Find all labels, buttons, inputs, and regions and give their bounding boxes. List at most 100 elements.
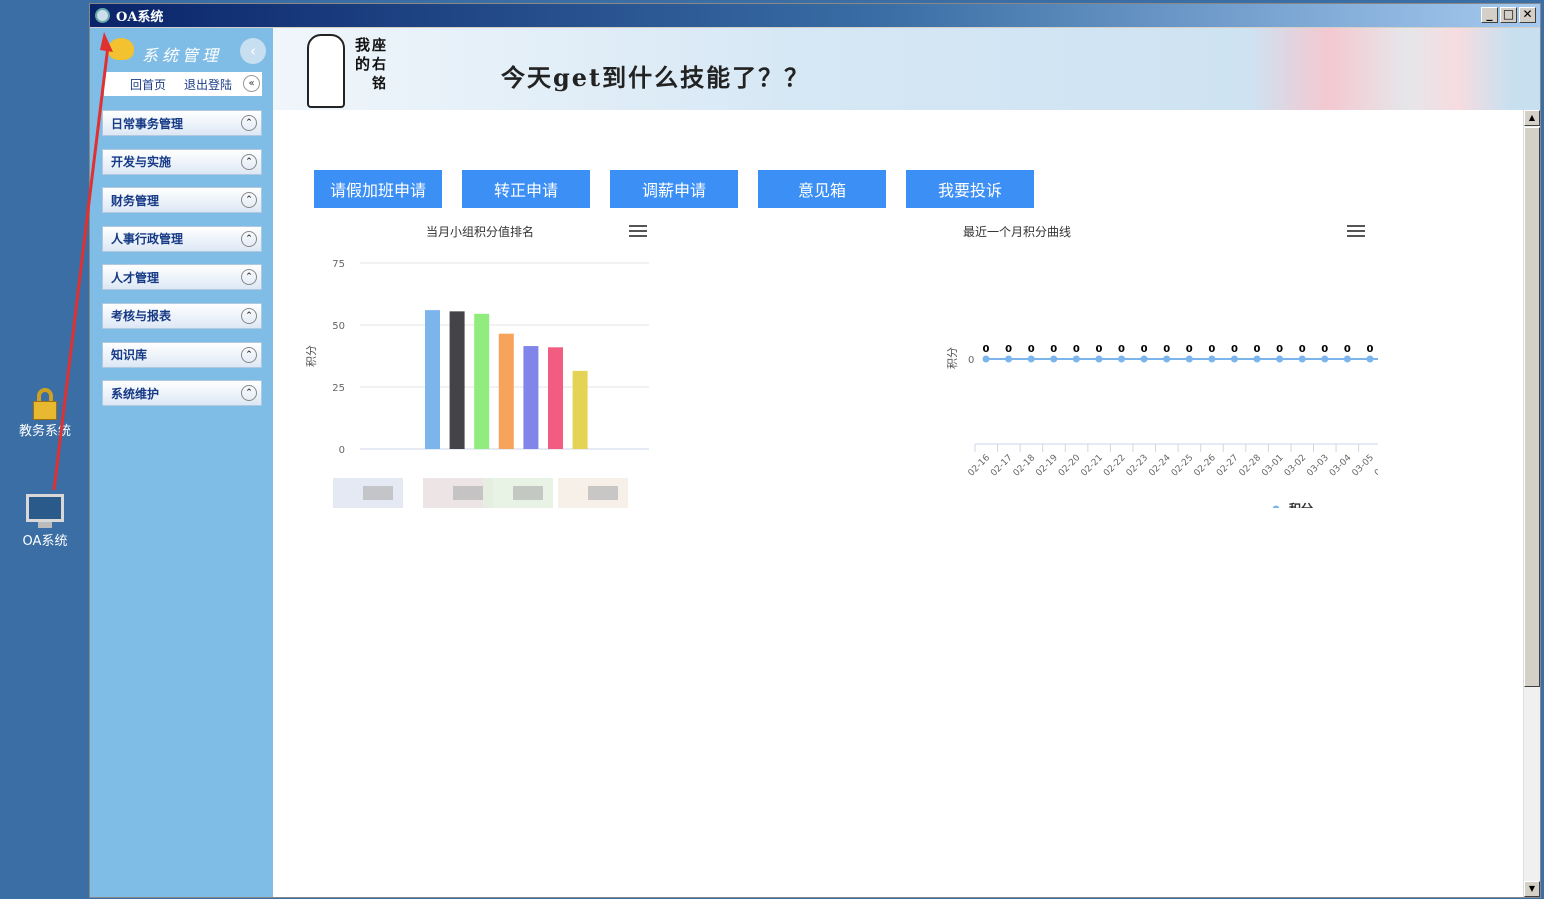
suggestion-box-button[interactable]: 意见箱 (758, 170, 886, 208)
bar (523, 346, 539, 449)
vertical-scrollbar[interactable]: ▲ ▼ (1523, 110, 1540, 897)
sidebar-item-label: 财务管理 (111, 193, 160, 208)
sidebar-item-knowledge[interactable]: 知识库 ⌃ (102, 341, 262, 368)
sidebar-title: 系统管理 (142, 46, 223, 65)
x-tick-label: 02-22 (1102, 453, 1128, 479)
x-tick-label: 03-05 (1351, 453, 1377, 479)
legend-item-blurred (588, 486, 618, 500)
data-point (982, 355, 990, 363)
y-tick-label: 25 (332, 383, 345, 394)
chevron-up-icon: ⌃ (241, 385, 257, 402)
bar (474, 313, 490, 449)
scroll-down-arrow-icon[interactable]: ▼ (1524, 881, 1540, 897)
desktop-icon-jiaowu[interactable]: 教务系统 (5, 388, 85, 439)
sidebar-item-label: 知识库 (111, 348, 148, 363)
lock-icon (32, 388, 58, 420)
bar (572, 370, 588, 449)
x-tick-label: 02-19 (1034, 453, 1060, 479)
x-tick-label: 03-02 (1283, 453, 1309, 479)
app-icon (95, 8, 110, 23)
data-point (1072, 355, 1080, 363)
data-label: 0 (1073, 344, 1080, 355)
data-point (1276, 355, 1284, 363)
chart-menu-icon[interactable] (629, 225, 647, 239)
desktop-icon-label: 教务系统 (18, 424, 71, 439)
data-label: 0 (1118, 344, 1125, 355)
bar (425, 310, 440, 449)
minimize-button[interactable]: _ (1481, 7, 1498, 23)
sidebar-item-label: 日常事务管理 (111, 116, 184, 131)
y-tick-label: 50 (332, 321, 345, 332)
sidebar-item-development[interactable]: 开发与实施 ⌃ (102, 148, 262, 175)
sidebar-item-daily-affairs[interactable]: 日常事务管理 ⌃ (102, 110, 262, 136)
data-label: 0 (1050, 344, 1057, 355)
chevron-up-icon: ⌃ (241, 230, 257, 247)
data-label: 0 (1163, 344, 1170, 355)
data-label: 0 (1299, 344, 1306, 355)
data-label: 0 (1208, 344, 1215, 355)
double-chevron-left-icon[interactable]: « (243, 75, 260, 92)
x-tick-label: 02-28 (1238, 453, 1264, 479)
x-tick-label: 02-23 (1125, 453, 1151, 479)
sidebar-menu: 日常事务管理 ⌃ 开发与实施 ⌃ 财务管理 ⌃ 人事行政管理 ⌃ 人才管理 ⌃ 考核与报表… (102, 110, 262, 419)
x-tick-label: 02-21 (1079, 453, 1105, 479)
sidebar-item-finance[interactable]: 财务管理 ⌃ (102, 187, 262, 214)
data-label: 0 (1276, 344, 1283, 355)
home-link[interactable]: 回首页 (130, 76, 166, 93)
regularization-button[interactable]: 转正申请 (462, 170, 590, 208)
bar (548, 347, 563, 449)
logout-link[interactable]: 退出登陆 (184, 76, 232, 93)
fist-icon (307, 34, 345, 108)
data-label: 0 (1321, 344, 1328, 355)
data-point (1185, 355, 1193, 363)
x-tick-label: 03-03 (1305, 453, 1331, 479)
title-bar[interactable]: OA系统 _ □ ✕ (90, 4, 1540, 27)
y-tick-label: 0 (339, 445, 345, 456)
bar-chart: 0 25 50 75 积分 (305, 259, 649, 508)
sidebar-item-label: 系统维护 (111, 386, 160, 401)
motto: 我座 的右 铭 (355, 36, 387, 92)
data-label: 0 (983, 344, 990, 355)
banner: 我座 的右 铭 今天get到什么技能了？？ (273, 28, 1540, 110)
sidebar-item-label: 人才管理 (111, 270, 160, 285)
scrollbar-thumb[interactable] (1524, 127, 1540, 687)
desktop-icon-oa[interactable]: OA系统 (5, 494, 85, 549)
x-tick-label: 02-20 (1057, 453, 1083, 479)
line-chart: 0积分 002-16002-17002-18002-19002-20002-210… (946, 344, 1378, 508)
x-tick-label: 03-06 (1373, 453, 1378, 479)
sidebar-item-maintenance[interactable]: 系统维护 ⌃ (102, 380, 262, 407)
banner-headline: 今天get到什么技能了？？ (501, 63, 811, 92)
legend-item-blurred (363, 486, 393, 500)
sidebar-item-hr-admin[interactable]: 人事行政管理 ⌃ (102, 225, 262, 252)
chevron-up-icon: ⌃ (241, 192, 257, 209)
data-label: 0 (1095, 344, 1102, 355)
sidebar-links: 回首页 退出登陆 « (104, 72, 262, 96)
x-tick-label: 02-16 (967, 453, 993, 479)
sidebar-item-label: 考核与报表 (111, 309, 172, 324)
complaint-button[interactable]: 我要投诉 (906, 170, 1034, 208)
desktop-icon-label: OA系统 (22, 534, 68, 549)
data-point (1118, 355, 1126, 363)
maximize-button[interactable]: □ (1500, 7, 1517, 23)
salary-adjust-button[interactable]: 调薪申请 (610, 170, 738, 208)
y-tick-label: 75 (332, 259, 345, 270)
bar (498, 333, 514, 449)
close-button[interactable]: ✕ (1519, 7, 1536, 23)
sidebar-item-talent[interactable]: 人才管理 ⌃ (102, 264, 262, 291)
scroll-up-arrow-icon[interactable]: ▲ (1524, 110, 1540, 126)
bar (449, 311, 465, 449)
chevron-up-icon: ⌃ (241, 346, 257, 363)
legend-item-blurred (453, 486, 483, 500)
data-point (1343, 355, 1351, 363)
x-tick-label: 02-27 (1215, 453, 1241, 479)
collapse-sidebar-button[interactable]: ‹ (240, 38, 266, 64)
chart-menu-icon[interactable] (1347, 225, 1365, 239)
x-tick-label: 02-25 (1170, 453, 1196, 479)
sidebar-item-reports[interactable]: 考核与报表 ⌃ (102, 302, 262, 329)
x-tick-label: 02-24 (1147, 453, 1173, 479)
leave-overtime-button[interactable]: 请假加班申请 (314, 170, 442, 208)
data-point (1027, 355, 1035, 363)
sidebar: 系统管理 ‹ 回首页 退出登陆 « 日常事务管理 ⌃ 开发与实施 ⌃ 财务管理 ⌃ 人… (90, 28, 273, 897)
chevron-up-icon: ⌃ (241, 307, 257, 324)
data-label: 0 (1344, 344, 1351, 355)
